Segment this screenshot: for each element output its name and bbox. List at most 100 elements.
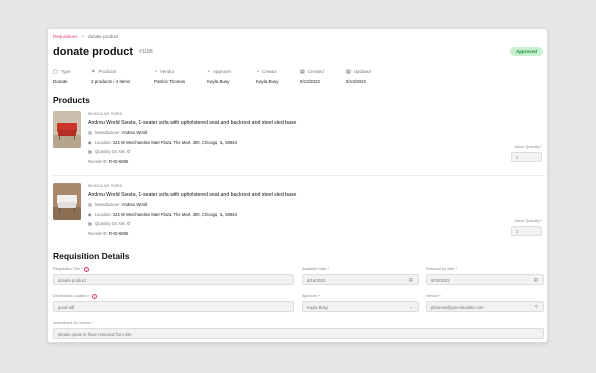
box-icon: ▦ [88, 149, 92, 154]
creator-icon: ◔ [256, 69, 260, 75]
available-date-input[interactable]: 8/16/2022 ▤ [302, 274, 419, 285]
reesat-label: Reesat ID: [88, 159, 108, 164]
location-pin-icon: ◉ [88, 140, 92, 145]
quantity-label: Quantity On site: [94, 149, 127, 154]
manufacturer-label: Manufacturer: [94, 130, 121, 135]
vendor-search-input[interactable]: pthomas@greenbuilder.com ⚲ [426, 301, 544, 312]
meta-products: ⚘ Products 2 products / 4 items [91, 69, 130, 84]
product-location: ◉ Location: 222 W Merchandise Mart Plaza,… [88, 212, 237, 217]
quantity-value: 0 [127, 149, 130, 154]
info-icon[interactable]: ! [84, 267, 90, 272]
quantity-label: Quantity On site: [94, 221, 127, 226]
quantity-value: 0 [127, 221, 130, 226]
page-title-text: donate product [53, 46, 134, 58]
factory-icon: ▥ [88, 130, 92, 135]
meta-vendor-label: Vendor [160, 69, 175, 74]
calendar-icon: ▤ [533, 277, 538, 282]
page-title: donate product #1188 [53, 46, 153, 58]
move-quantity-input[interactable]: 2 [511, 152, 542, 162]
product-category: MODULAR SOFA [88, 111, 123, 116]
breadcrumb-requisitions-link[interactable]: Requisitions [53, 34, 78, 39]
product-thumbnail[interactable] [53, 111, 81, 148]
meta-creator: ◔ Creator Kayla Busy [256, 69, 279, 84]
location-pin-icon: ◉ [88, 212, 92, 217]
requisition-id: #1188 [139, 49, 153, 55]
move-quantity-label: Move Quantity * [514, 145, 542, 149]
product-quantity: ▦ Quantity On site: 0 [88, 149, 130, 154]
product-divider [53, 175, 545, 176]
product-reesat: Reesat ID: R-ID-5996 [88, 159, 128, 164]
product-name: Andreu World Siesta, 1-seater sofa with … [88, 192, 297, 198]
product-location: ◉ Location: 222 W Merchandise Mart Plaza,… [88, 140, 237, 145]
calendar-icon: ▤ [346, 69, 351, 75]
product-item: MODULAR SOFA Andreu World Siesta, 1-seat… [53, 111, 545, 167]
product-category: MODULAR SOFA [88, 183, 123, 188]
requisition-title-input[interactable]: donate product [53, 274, 294, 285]
calendar-icon: ▤ [300, 69, 305, 75]
approver-icon: ◔ [207, 69, 211, 75]
products-icon: ⚘ [91, 69, 96, 75]
product-reesat: Reesat ID: R-ID-5995 [88, 231, 128, 236]
factory-icon: ▥ [88, 202, 92, 207]
manufacturer-label: Manufacturer: [94, 202, 121, 207]
requisition-details-heading: Requisition Details [53, 251, 130, 261]
location-label: Location: [94, 140, 112, 145]
box-icon: ▦ [88, 221, 92, 226]
product-item: MODULAR SOFA Andreu World Siesta, 1-seat… [53, 183, 545, 239]
instructions-label: Instructions for vendor * [53, 321, 94, 325]
product-name: Andreu World Siesta, 1-seater sofa with … [88, 120, 297, 126]
meta-vendor: ◔ Vendor Patrick Thomas [154, 69, 185, 84]
breadcrumb-current: donate product [88, 34, 119, 39]
meta-vendor-value: Patrick Thomas [154, 79, 186, 84]
vendor-icon: ◔ [154, 69, 158, 75]
meta-created-label: Created [307, 69, 324, 74]
breadcrumb-separator: > [81, 34, 85, 39]
meta-products-label: Products [98, 69, 117, 74]
reesat-value: R-ID-5996 [108, 159, 129, 164]
breadcrumb: Requisitions > donate product [53, 34, 118, 39]
meta-products-value: 2 products / 4 items [91, 79, 131, 84]
reesat-label: Reesat ID: [88, 231, 108, 236]
instructions-input[interactable]: please quote to have removed from site [53, 328, 544, 339]
product-manufacturer: ▥ Manufacturer: Andreu World [88, 130, 147, 135]
location-value: 222 W Merchandise Mart Plaza, The Mart, … [112, 212, 238, 217]
status-badge: Approved [509, 47, 543, 56]
approver-select[interactable]: Kayla Busy ⌄ [302, 301, 419, 312]
move-quantity-input[interactable]: 2 [511, 226, 542, 236]
meta-approver-value: Kayla Busy [207, 79, 230, 84]
reesat-value: R-ID-5995 [108, 231, 129, 236]
destination-location-input[interactable]: good will [53, 301, 294, 312]
approver-label: Approver * [302, 294, 320, 298]
product-quantity: ▦ Quantity On site: 0 [88, 221, 130, 226]
meta-type-label: Type [60, 69, 71, 74]
info-icon[interactable]: ! [91, 294, 97, 299]
move-quantity-label: Move Quantity * [514, 219, 542, 223]
meta-updated: ▤ Updated 8/13/2022 [346, 69, 371, 84]
meta-created-value: 8/13/2022 [300, 79, 321, 84]
meta-created: ▤ Created 8/13/2022 [300, 69, 324, 84]
sofa-image [53, 111, 81, 148]
product-thumbnail[interactable] [53, 183, 81, 220]
meta-creator-label: Creator [262, 69, 278, 74]
chevron-down-icon: ⌄ [409, 304, 413, 309]
manufacturer-value: Andreu World [121, 130, 148, 135]
meta-approver: ◔ Approver Kayla Busy [207, 69, 231, 84]
tag-icon: ▢ [53, 69, 58, 75]
product-manufacturer: ▥ Manufacturer: Andreu World [88, 202, 147, 207]
requisition-card: Requisitions > donate product donate produ… [47, 28, 548, 343]
meta-approver-label: Approver [213, 69, 232, 74]
meta-type-value: Donate [53, 79, 68, 84]
requisition-title-label: Requisition Title *! [53, 267, 90, 272]
manufacturer-value: Andreu World [121, 202, 148, 207]
meta-creator-value: Kayla Busy [256, 79, 279, 84]
vendor-label: Vendor * [426, 294, 441, 298]
removal-date-input[interactable]: 8/20/2022 ▤ [426, 274, 544, 285]
meta-type: ▢ Type Donate [53, 69, 71, 84]
calendar-icon: ▤ [408, 277, 413, 282]
removal-date-label: Removal by date * [426, 267, 458, 271]
location-value: 222 W Merchandise Mart Plaza, The Mart, … [112, 140, 238, 145]
sofa-image [53, 183, 81, 220]
available-date-label: Available Date * [302, 267, 329, 271]
location-label: Location: [94, 212, 112, 217]
meta-updated-value: 8/13/2022 [346, 79, 367, 84]
